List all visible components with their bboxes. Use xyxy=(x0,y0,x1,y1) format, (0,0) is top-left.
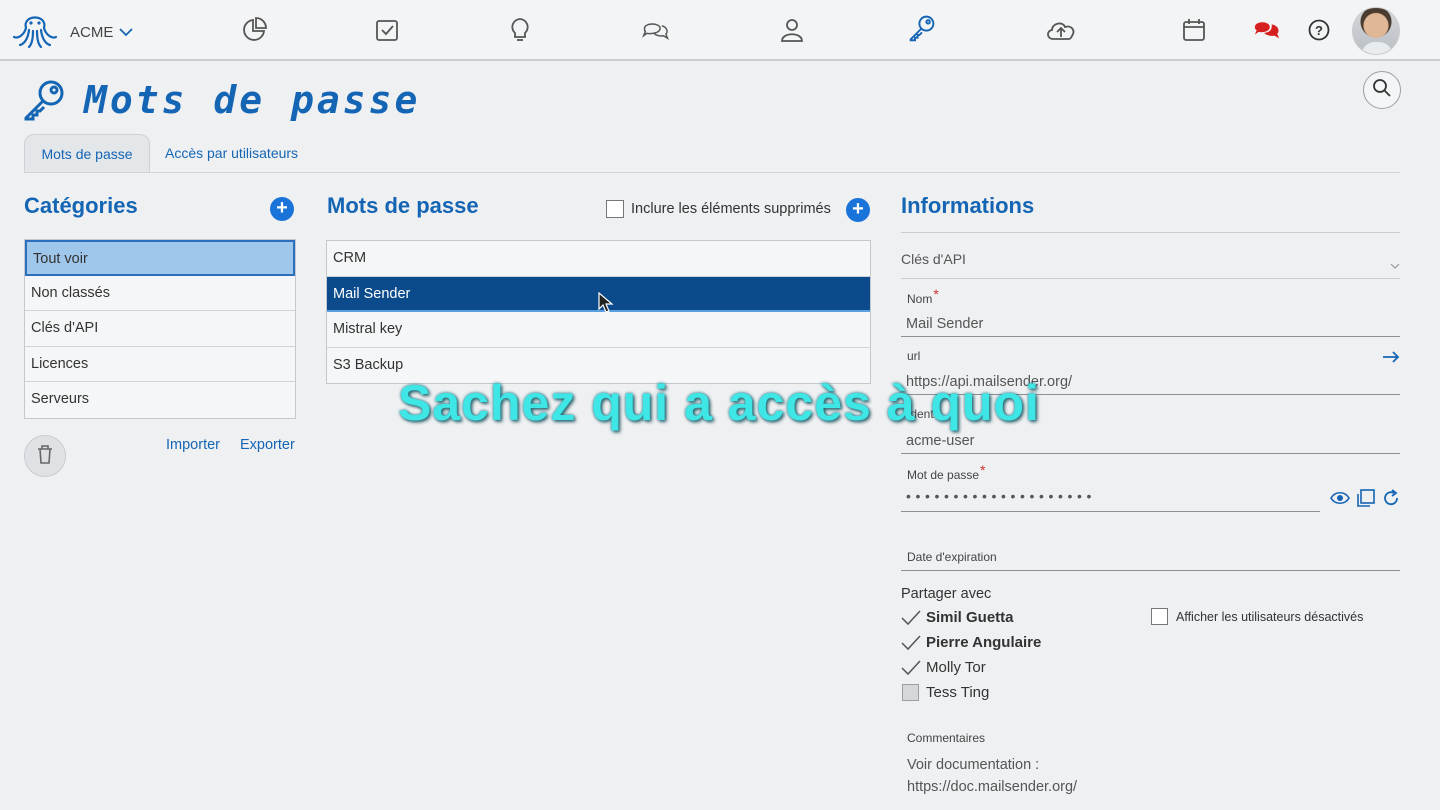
tab-user-access[interactable]: Accès par utilisateurs xyxy=(165,145,298,161)
brand-name: ACME xyxy=(70,24,114,41)
show-disabled-users-checkbox[interactable] xyxy=(1151,608,1168,625)
add-category-button[interactable]: + xyxy=(270,197,294,221)
video-caption: Sachez qui a accès à quoi xyxy=(398,375,1040,431)
dashboard-icon[interactable] xyxy=(240,16,268,44)
password-field[interactable]: •••••••••••••••••••• xyxy=(906,488,1096,504)
cloud-upload-icon[interactable] xyxy=(1045,16,1077,44)
chevron-down-icon xyxy=(119,24,133,42)
ident-underline xyxy=(901,453,1400,454)
expiration-label: Date d'expiration xyxy=(907,550,997,564)
show-disabled-users-label: Afficher les utilisateurs désactivés xyxy=(1176,610,1364,624)
expiration-field[interactable] xyxy=(901,570,1400,571)
password-label: Mot de passe* xyxy=(907,462,986,482)
show-password-eye-icon[interactable] xyxy=(1330,491,1350,510)
include-deleted-label: Inclure les éléments supprimés xyxy=(631,201,831,217)
categories-list: Tout voir Non classés Clés d'API Licence… xyxy=(24,239,296,419)
category-select[interactable]: Clés d'API xyxy=(901,251,966,267)
mouse-cursor-icon xyxy=(598,291,614,319)
plus-icon: + xyxy=(852,198,864,220)
octopus-logo-icon xyxy=(12,11,58,54)
page-key-icon xyxy=(22,78,66,127)
brand-switcher[interactable]: ACME xyxy=(12,11,133,54)
user-icon[interactable] xyxy=(778,16,806,44)
top-navigation: ACME ? xyxy=(0,0,1440,61)
category-item[interactable]: Tout voir xyxy=(25,240,295,276)
password-underline xyxy=(901,511,1320,512)
check-icon[interactable] xyxy=(901,635,921,656)
categories-heading: Catégories xyxy=(24,193,138,218)
user-avatar[interactable] xyxy=(1352,7,1400,55)
help-icon[interactable]: ? xyxy=(1305,16,1333,44)
name-label: Nom* xyxy=(907,286,939,306)
name-field[interactable]: Mail Sender xyxy=(906,316,983,332)
comments-line[interactable]: Voir documentation : xyxy=(907,757,1039,773)
ident-field[interactable]: acme-user xyxy=(906,433,975,449)
shared-user-name: Molly Tor xyxy=(926,659,986,676)
chevron-down-icon[interactable] xyxy=(1390,257,1400,275)
shared-user-name: Tess Ting xyxy=(926,684,990,701)
copy-icon[interactable] xyxy=(1356,489,1376,512)
category-divider xyxy=(901,278,1400,279)
shared-user-name: Simil Guetta xyxy=(926,609,1014,626)
comments-line[interactable]: https://doc.mailsender.org/ xyxy=(907,779,1077,795)
category-item[interactable]: Serveurs xyxy=(25,382,295,418)
export-link[interactable]: Exporter xyxy=(240,437,295,453)
url-label: url xyxy=(907,349,921,363)
name-underline xyxy=(901,336,1400,337)
password-item[interactable]: CRM xyxy=(327,241,870,277)
tab-passwords[interactable]: Mots de passe xyxy=(24,134,150,173)
share-with-label: Partager avec xyxy=(901,586,992,602)
delete-category-button[interactable] xyxy=(24,435,66,477)
info-divider xyxy=(901,232,1400,233)
tabs-divider xyxy=(24,172,1400,173)
include-deleted-checkbox[interactable] xyxy=(606,200,624,218)
comments-label: Commentaires xyxy=(907,731,986,745)
plus-icon: + xyxy=(276,197,288,219)
search-button[interactable] xyxy=(1363,71,1401,109)
key-icon[interactable] xyxy=(908,14,936,42)
trash-icon xyxy=(36,444,54,469)
ideas-icon[interactable] xyxy=(506,16,534,44)
import-link[interactable]: Importer xyxy=(166,437,220,453)
check-icon[interactable] xyxy=(901,610,921,631)
open-url-arrow-icon[interactable] xyxy=(1382,350,1400,369)
category-item[interactable]: Non classés xyxy=(25,276,295,311)
svg-text:?: ? xyxy=(1315,23,1323,38)
check-icon[interactable] xyxy=(901,660,921,681)
regenerate-icon[interactable] xyxy=(1382,489,1400,512)
calendar-icon[interactable] xyxy=(1180,16,1208,44)
category-item[interactable]: Licences xyxy=(25,347,295,382)
shared-user-checkbox[interactable] xyxy=(902,684,919,701)
shared-user-name: Pierre Angulaire xyxy=(926,634,1042,651)
chat-icon[interactable] xyxy=(642,16,670,44)
password-label-text: Mot de passe xyxy=(907,468,980,482)
name-label-text: Nom xyxy=(907,292,933,306)
search-icon xyxy=(1372,78,1392,103)
tasks-icon[interactable] xyxy=(373,16,401,44)
passwords-heading: Mots de passe xyxy=(327,193,479,218)
messages-icon[interactable] xyxy=(1253,16,1281,44)
add-password-button[interactable]: + xyxy=(846,198,870,222)
info-heading: Informations xyxy=(901,193,1035,218)
page-title: Mots de passe xyxy=(84,78,421,122)
category-item[interactable]: Clés d'API xyxy=(25,311,295,347)
